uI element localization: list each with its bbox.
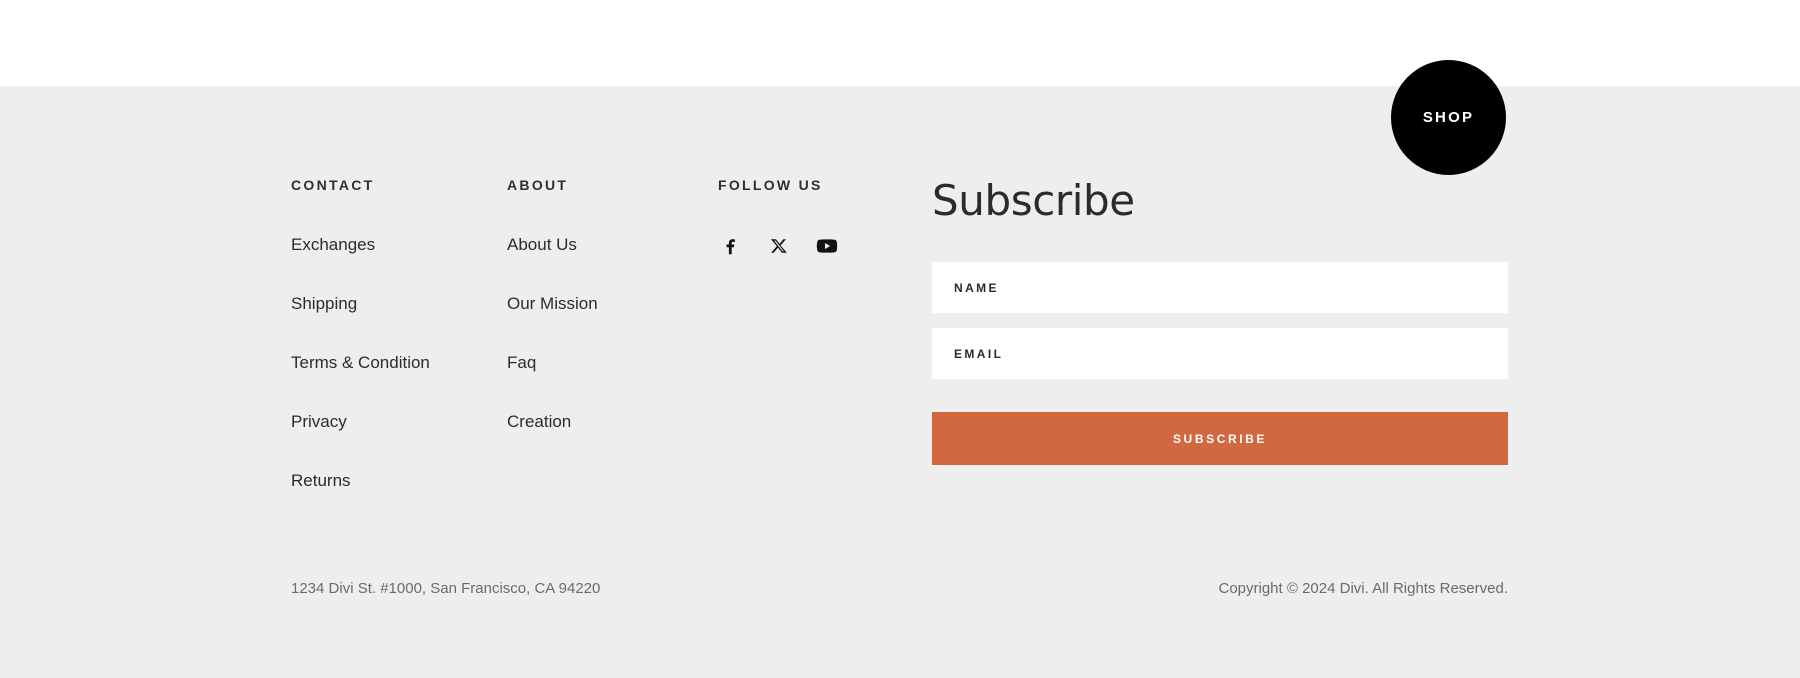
footer-link-our-mission[interactable]: Our Mission	[507, 292, 598, 316]
column-title-follow-us: FOLLOW US	[718, 177, 823, 193]
footer-page: SHOP CONTACT Exchanges Shipping Terms & …	[0, 0, 1800, 678]
list-item: Our Mission	[507, 292, 707, 316]
list-item: Returns	[291, 469, 491, 493]
shop-badge-button[interactable]: SHOP	[1391, 60, 1506, 175]
list-item: About Us	[507, 233, 707, 257]
youtube-icon[interactable]	[814, 233, 840, 259]
list-item: Creation	[507, 410, 707, 434]
email-field-wrapper[interactable]	[932, 328, 1508, 379]
list-item: Privacy	[291, 410, 491, 434]
footer-link-creation[interactable]: Creation	[507, 410, 571, 434]
subscribe-button[interactable]: SUBSCRIBE	[932, 412, 1508, 465]
name-field-wrapper[interactable]	[932, 262, 1508, 313]
email-input[interactable]	[954, 328, 1486, 379]
about-link-list: About Us Our Mission Faq Creation	[507, 233, 707, 434]
page-white-band	[0, 0, 1800, 86]
subscribe-section: Subscribe SUBSCRIBE	[932, 175, 1508, 465]
footer-link-faq[interactable]: Faq	[507, 351, 536, 375]
footer-link-terms-condition[interactable]: Terms & Condition	[291, 351, 430, 375]
footer-bottom-bar: 1234 Divi St. #1000, San Francisco, CA 9…	[291, 578, 1508, 600]
list-item: Terms & Condition	[291, 351, 491, 375]
contact-link-list: Exchanges Shipping Terms & Condition Pri…	[291, 233, 491, 493]
list-item: Faq	[507, 351, 707, 375]
shop-badge-label: SHOP	[1422, 109, 1475, 126]
list-item: Shipping	[291, 292, 491, 316]
footer-column-contact: CONTACT Exchanges Shipping Terms & Condi…	[291, 175, 491, 493]
footer-link-privacy[interactable]: Privacy	[291, 410, 347, 434]
column-title-contact: CONTACT	[291, 177, 375, 193]
subscribe-heading: Subscribe	[932, 176, 1135, 225]
footer-link-about-us[interactable]: About Us	[507, 233, 577, 257]
social-icon-row	[718, 233, 938, 259]
footer-column-follow-us: FOLLOW US	[718, 175, 938, 259]
footer-link-shipping[interactable]: Shipping	[291, 292, 357, 316]
footer-address: 1234 Divi St. #1000, San Francisco, CA 9…	[291, 580, 601, 597]
name-input[interactable]	[954, 262, 1486, 313]
facebook-icon[interactable]	[718, 233, 744, 259]
footer-link-exchanges[interactable]: Exchanges	[291, 233, 375, 257]
x-twitter-icon[interactable]	[766, 233, 792, 259]
column-title-about: ABOUT	[507, 177, 569, 193]
footer-copyright: Copyright © 2024 Divi. All Rights Reserv…	[1218, 580, 1508, 597]
footer-column-about: ABOUT About Us Our Mission Faq Creation	[507, 175, 707, 434]
footer-link-returns[interactable]: Returns	[291, 469, 351, 493]
list-item: Exchanges	[291, 233, 491, 257]
